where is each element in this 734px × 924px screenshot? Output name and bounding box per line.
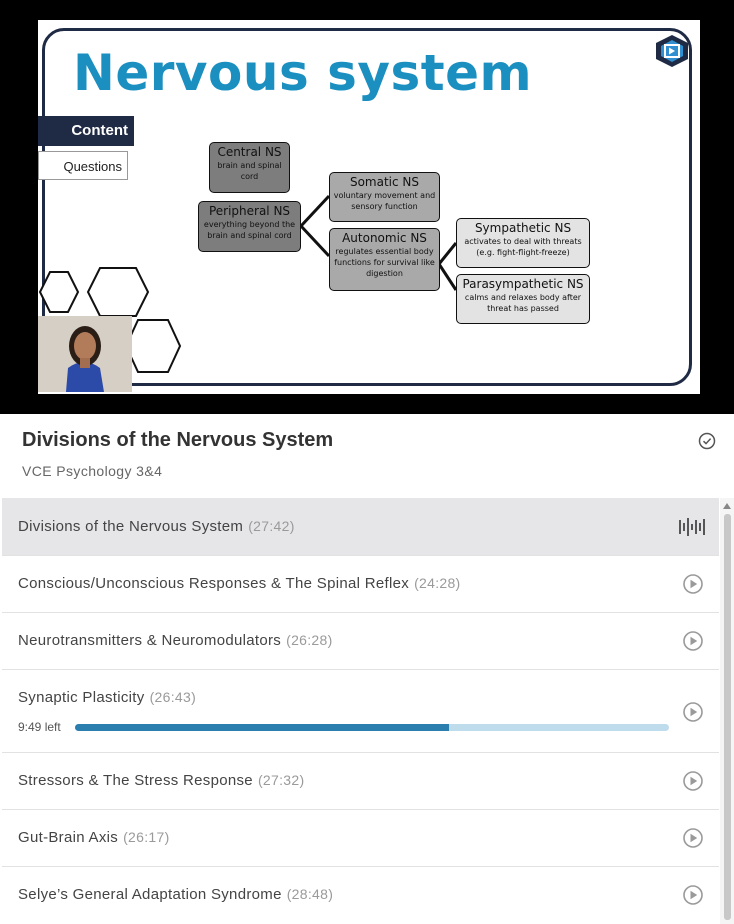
play-icon[interactable] — [682, 884, 704, 906]
lesson-duration: (26:28) — [286, 632, 333, 648]
progress-bar — [75, 724, 669, 731]
lesson-duration: (27:42) — [248, 518, 295, 534]
lecture-slide: Nervous system Content Questions Central… — [38, 20, 700, 394]
lesson-name: Selye’s General Adaptation Syndrome — [18, 886, 282, 903]
lesson-item[interactable]: Synaptic Plasticity (26:43) 9:49 left — [2, 670, 719, 753]
waveform-icon — [679, 518, 705, 536]
lesson-duration: (26:17) — [123, 829, 170, 845]
progress-fill — [75, 724, 450, 731]
check-circle-icon[interactable] — [698, 432, 716, 450]
time-left: 9:49 left — [18, 720, 61, 734]
scrollbar-thumb[interactable] — [724, 514, 731, 920]
lesson-name: Divisions of the Nervous System — [18, 518, 244, 535]
lesson-title: Gut-Brain Axis (26:17) — [18, 829, 170, 846]
lesson-duration: (26:43) — [149, 689, 197, 705]
play-icon[interactable] — [682, 770, 704, 792]
video-player[interactable]: Nervous system Content Questions Central… — [0, 0, 734, 414]
lesson-title: Stressors & The Stress Response (27:32) — [18, 772, 304, 789]
lesson-item[interactable]: Stressors & The Stress Response (27:32) — [2, 753, 719, 810]
lesson-title: Divisions of the Nervous System (27:42) — [18, 518, 295, 535]
lesson-title: Selye’s General Adaptation Syndrome (28:4… — [18, 886, 333, 903]
lesson-title: Neurotransmitters & Neuromodulators (26:2… — [18, 632, 333, 649]
course-subtitle: VCE Psychology 3&4 — [22, 463, 163, 479]
course-title: Divisions of the Nervous System — [22, 429, 334, 451]
lesson-duration: (27:32) — [257, 772, 305, 788]
lesson-item[interactable]: Divisions of the Nervous System (27:42) — [2, 498, 719, 556]
play-icon[interactable] — [682, 630, 704, 652]
lesson-name: Gut-Brain Axis — [18, 829, 119, 846]
lesson-title: Synaptic Plasticity (26:43) — [18, 689, 196, 706]
lesson-name: Synaptic Plasticity — [18, 689, 145, 706]
play-icon[interactable] — [682, 827, 704, 849]
lesson-duration: (24:28) — [414, 575, 461, 591]
lesson-title: Conscious/Unconscious Responses & The Sp… — [18, 575, 461, 592]
hexagon-decoration-icon — [38, 267, 182, 373]
lesson-name: Neurotransmitters & Neuromodulators — [18, 632, 282, 649]
lesson-list: Divisions of the Nervous System (27:42) C… — [2, 498, 719, 924]
lesson-item[interactable]: Conscious/Unconscious Responses & The Sp… — [2, 556, 719, 613]
lesson-name: Stressors & The Stress Response — [18, 772, 253, 789]
play-icon[interactable] — [682, 701, 704, 723]
lesson-name: Conscious/Unconscious Responses & The Sp… — [18, 575, 410, 592]
lesson-item[interactable]: Selye’s General Adaptation Syndrome (28:4… — [2, 867, 719, 924]
play-icon[interactable] — [682, 573, 704, 595]
lesson-item[interactable]: Gut-Brain Axis (26:17) — [2, 810, 719, 867]
presenter-webcam — [38, 316, 132, 392]
scroll-up-arrow-icon[interactable] — [723, 503, 731, 509]
lesson-duration: (28:48) — [286, 886, 334, 902]
lesson-item[interactable]: Neurotransmitters & Neuromodulators (26:2… — [2, 613, 719, 670]
